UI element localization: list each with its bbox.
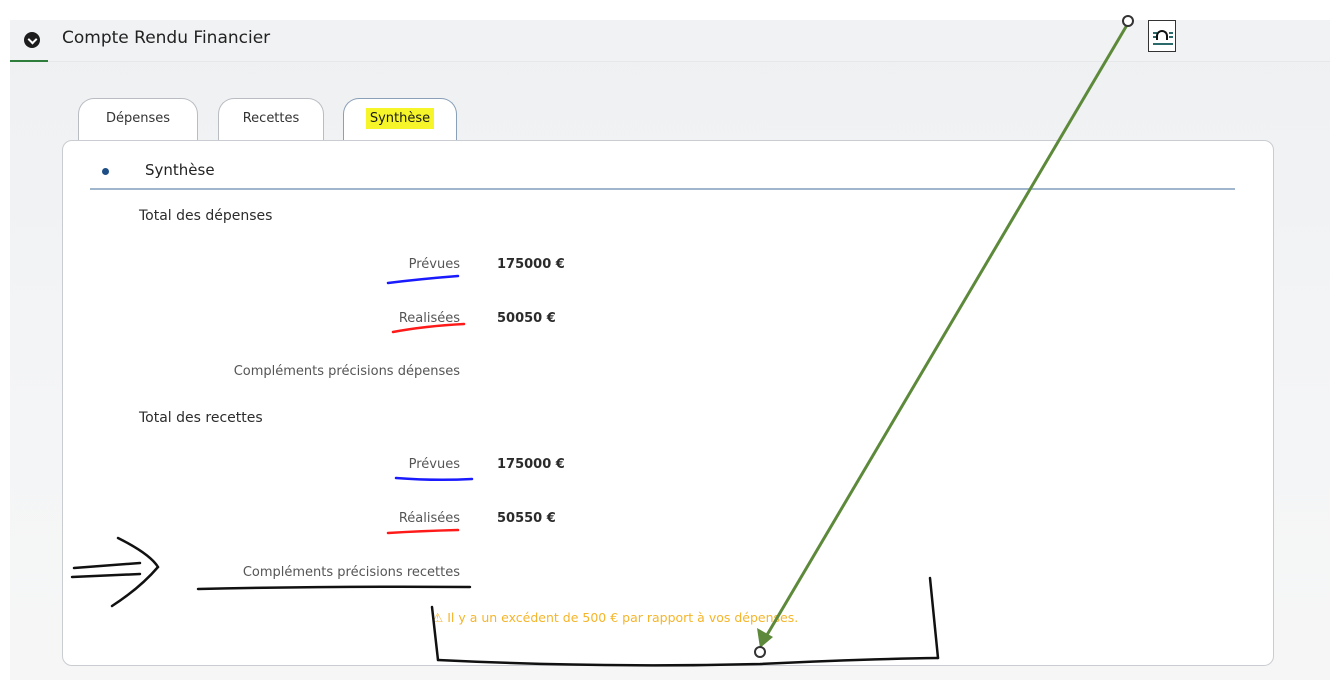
page-title: Compte Rendu Financier xyxy=(62,28,271,48)
tab-synthese[interactable]: Synthèse xyxy=(343,98,457,142)
section-title: Synthèse xyxy=(145,161,215,179)
tab-depenses[interactable]: Dépenses xyxy=(78,98,198,142)
recettes-prevues-label: Prévues xyxy=(408,457,460,472)
depenses-prevues-label: Prévues xyxy=(408,257,460,272)
depenses-complement-link[interactable]: Compléments précisions dépenses xyxy=(160,364,460,379)
depenses-prevues-value: 175000 € xyxy=(497,257,565,272)
depenses-realisees-value: 50050 € xyxy=(497,311,556,326)
tab-synthese-label: Synthèse xyxy=(365,108,435,129)
warning-triangle-icon: ⚠ xyxy=(432,610,444,625)
recettes-heading: Total des recettes xyxy=(139,410,263,426)
excedent-warning: ⚠ Il y a un excédent de 500 € par rappor… xyxy=(432,610,798,625)
recettes-realisees-label: Réalisées xyxy=(398,511,460,526)
chevron-down-icon[interactable] xyxy=(24,32,40,48)
recettes-complement-link[interactable]: Compléments précisions recettes xyxy=(160,565,460,580)
warning-text: Il y a un excédent de 500 € par rapport … xyxy=(447,610,799,625)
header-accent-line xyxy=(10,60,48,62)
depenses-realisees-label: Realisées xyxy=(398,311,460,326)
document-arch-icon[interactable] xyxy=(1148,20,1176,52)
recettes-prevues-value: 175000 € xyxy=(497,457,565,472)
tab-recettes[interactable]: Recettes xyxy=(218,98,324,142)
recettes-realisees-value: 50550 € xyxy=(497,511,556,526)
depenses-heading: Total des dépenses xyxy=(139,208,273,224)
section-divider xyxy=(90,188,1235,190)
section-bullet xyxy=(102,168,109,175)
